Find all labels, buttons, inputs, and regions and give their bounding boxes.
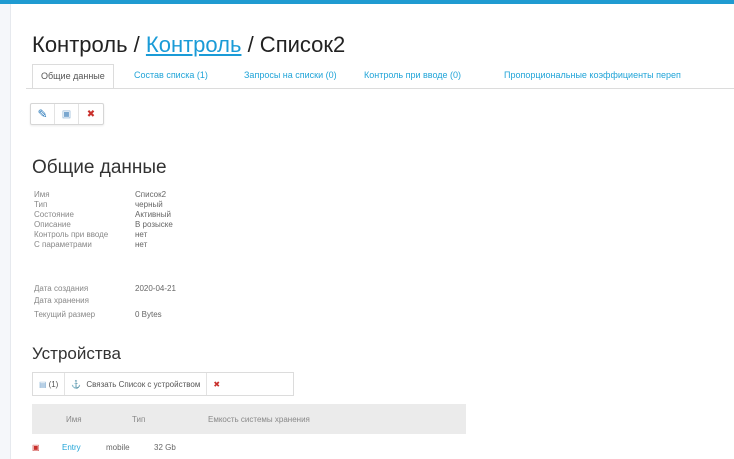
field-value: Список2 <box>135 190 167 199</box>
tab-proportional-coefficients[interactable]: Пропорциональные коэффициенты переп <box>496 64 689 87</box>
link-device-button[interactable]: ⚓ Связать Список с устройством <box>65 373 208 395</box>
row-checkbox-icon[interactable]: ▣ <box>32 443 40 452</box>
list-icon: ▤ <box>39 379 47 389</box>
field-type: Тип черный <box>34 200 163 210</box>
devices-table-header: Имя Тип Емкость системы хранения <box>32 404 466 434</box>
field-input-control: Контроль при вводе нет <box>34 230 147 240</box>
field-value: 0 Bytes <box>135 310 162 319</box>
tab-general[interactable]: Общие данные <box>32 64 114 88</box>
edit-icon[interactable]: ✎ <box>31 104 55 124</box>
action-toolbar: ✎ ▣ ✖ <box>30 103 104 125</box>
field-value: 2020-04-21 <box>135 284 176 293</box>
tab-list-requests[interactable]: Запросы на списки (0) <box>236 64 345 87</box>
breadcrumb-root: Контроль / <box>32 32 146 57</box>
breadcrumb-current: / Список2 <box>241 32 346 57</box>
field-state: Состояние Активный <box>34 210 171 220</box>
devices-heading: Устройства <box>32 344 121 363</box>
tab-input-control[interactable]: Контроль при вводе (0) <box>356 64 469 87</box>
field-with-params: С параметрами нет <box>34 240 147 250</box>
field-created-date: Дата создания 2020-04-21 <box>34 284 176 294</box>
tab-bar: Общие данные Состав списка (1) Запросы н… <box>26 64 734 89</box>
field-label: Текущий размер <box>34 310 96 319</box>
delete-icon: ✖ <box>213 379 221 389</box>
field-label: Контроль при вводе <box>34 230 109 239</box>
field-value: нет <box>135 240 148 249</box>
device-count-button[interactable]: ▤ (1) <box>33 373 66 395</box>
field-current-size: Текущий размер 0 Bytes <box>34 310 162 320</box>
column-type[interactable]: Тип <box>132 415 145 424</box>
devices-toolbar: ▤ (1) ⚓ Связать Список с устройством ✖ <box>32 372 294 396</box>
field-label: Имя <box>34 190 50 199</box>
field-label: Тип <box>34 200 48 209</box>
device-type: mobile <box>106 443 130 452</box>
column-storage-capacity[interactable]: Емкость системы хранения <box>208 415 310 424</box>
field-value: черный <box>135 200 163 209</box>
unlink-device-button[interactable]: ✖ <box>207 373 226 395</box>
field-label: Состояние <box>34 210 74 219</box>
tab-list-content[interactable]: Состав списка (1) <box>126 64 216 87</box>
column-name[interactable]: Имя <box>66 415 82 424</box>
field-label: С параметрами <box>34 240 92 249</box>
table-row: ▣ Entry mobile 32 Gb <box>32 440 466 456</box>
device-name-link[interactable]: Entry <box>62 443 81 452</box>
save-icon[interactable]: ▣ <box>55 104 79 124</box>
link-icon: ⚓ <box>71 379 82 389</box>
page-title: Контроль / Контроль / Список2 <box>32 32 345 58</box>
delete-icon[interactable]: ✖ <box>79 104 103 124</box>
field-value: Активный <box>135 210 171 219</box>
field-label: Описание <box>34 220 71 229</box>
field-name: Имя Список2 <box>34 190 166 200</box>
left-edge-panel <box>0 4 11 459</box>
field-description: Описание В розыске <box>34 220 173 230</box>
link-device-label: Связать Список с устройством <box>86 379 201 389</box>
breadcrumb-link[interactable]: Контроль <box>146 32 242 57</box>
device-count: (1) <box>48 379 59 389</box>
field-storage-date: Дата хранения <box>34 296 89 306</box>
device-size: 32 Gb <box>154 443 176 452</box>
field-label: Дата хранения <box>34 296 89 305</box>
general-heading: Общие данные <box>32 157 167 178</box>
field-label: Дата создания <box>34 284 89 293</box>
top-accent-bar <box>0 0 734 4</box>
field-value: нет <box>135 230 148 239</box>
field-value: В розыске <box>135 220 173 229</box>
